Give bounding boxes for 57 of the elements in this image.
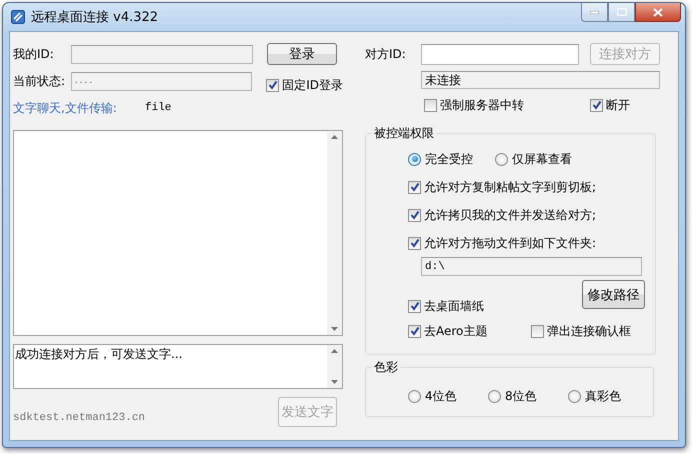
color-radio[interactable]: 真彩色	[568, 388, 648, 404]
option-checkbox[interactable]: 弹出连接确认框	[531, 323, 631, 339]
status-field: ....	[70, 72, 252, 90]
close-button[interactable]	[635, 3, 681, 22]
permission-checkbox[interactable]: 允许拷贝我的文件并发送给对方;	[408, 207, 596, 223]
radio-dot-icon	[412, 156, 418, 162]
disconnect-checkbox[interactable]: 断开	[590, 97, 630, 113]
down-arrow-icon[interactable]	[331, 327, 338, 331]
scrollbar[interactable]	[327, 131, 342, 335]
check-icon	[268, 80, 278, 90]
id-field[interactable]	[71, 44, 253, 64]
window-title: 远程桌面连接 v4.322	[31, 9, 158, 26]
field-label: 当前状态:	[13, 72, 66, 90]
option-checkbox[interactable]: 去桌面墙纸	[408, 298, 484, 314]
color-radio[interactable]: 4位色	[408, 388, 488, 404]
mode-radio[interactable]: 仅屏幕查看	[495, 151, 572, 167]
check-icon	[410, 210, 420, 220]
maximize-icon	[616, 8, 626, 16]
maximize-button[interactable]	[608, 3, 635, 22]
scrollbar[interactable]	[327, 345, 342, 388]
check-icon	[410, 238, 420, 248]
login-button[interactable]: 登录	[267, 43, 337, 65]
mode-radio[interactable]: 完全受控	[408, 151, 473, 167]
radio-circle[interactable]	[488, 390, 501, 402]
option-checkbox[interactable]: 去Aero主题	[408, 323, 531, 339]
close-icon	[653, 8, 663, 16]
down-arrow-icon[interactable]	[331, 380, 338, 384]
radio-circle[interactable]	[408, 390, 421, 402]
check-icon	[410, 301, 420, 311]
file-label: file	[145, 102, 172, 114]
field-label: 我的ID:	[13, 46, 55, 62]
group-title: 被控端权限	[372, 125, 436, 142]
permission-checkbox[interactable]: 允许对方拖动文件到如下文件夹:	[408, 235, 596, 251]
field-label: 对方ID:	[365, 46, 407, 62]
section-label: 文字聊天,文件传输:	[13, 100, 118, 116]
radio-circle[interactable]	[568, 390, 581, 402]
peer-id-field[interactable]	[421, 44, 579, 64]
up-arrow-icon[interactable]	[331, 135, 338, 139]
color-radio[interactable]: 8位色	[488, 388, 568, 404]
connection-status: 未连接	[421, 71, 660, 89]
permission-checkbox[interactable]: 允许对方复制粘帖文字到剪切板;	[408, 179, 596, 195]
relay-checkbox[interactable]: 强制服务器中转	[424, 97, 590, 113]
minimize-icon	[590, 10, 599, 14]
message-field[interactable]: 成功连接对方后，可发送文字...	[13, 344, 343, 389]
radio-circle[interactable]	[495, 152, 508, 166]
folder-field: d:\	[421, 257, 642, 276]
group-title: 色彩	[372, 359, 400, 376]
server-address: sdktest.netman123.cn	[13, 412, 146, 424]
radio-circle[interactable]	[408, 152, 421, 166]
fixed-id-checkbox[interactable]: 固定ID登录	[266, 77, 343, 93]
check-icon	[592, 100, 602, 110]
up-arrow-icon[interactable]	[331, 349, 338, 353]
minimize-button[interactable]	[581, 3, 608, 22]
change-path-button[interactable]: 修改路径	[582, 280, 645, 309]
app-icon	[11, 10, 25, 24]
check-icon	[410, 182, 420, 192]
check-icon	[410, 326, 420, 336]
